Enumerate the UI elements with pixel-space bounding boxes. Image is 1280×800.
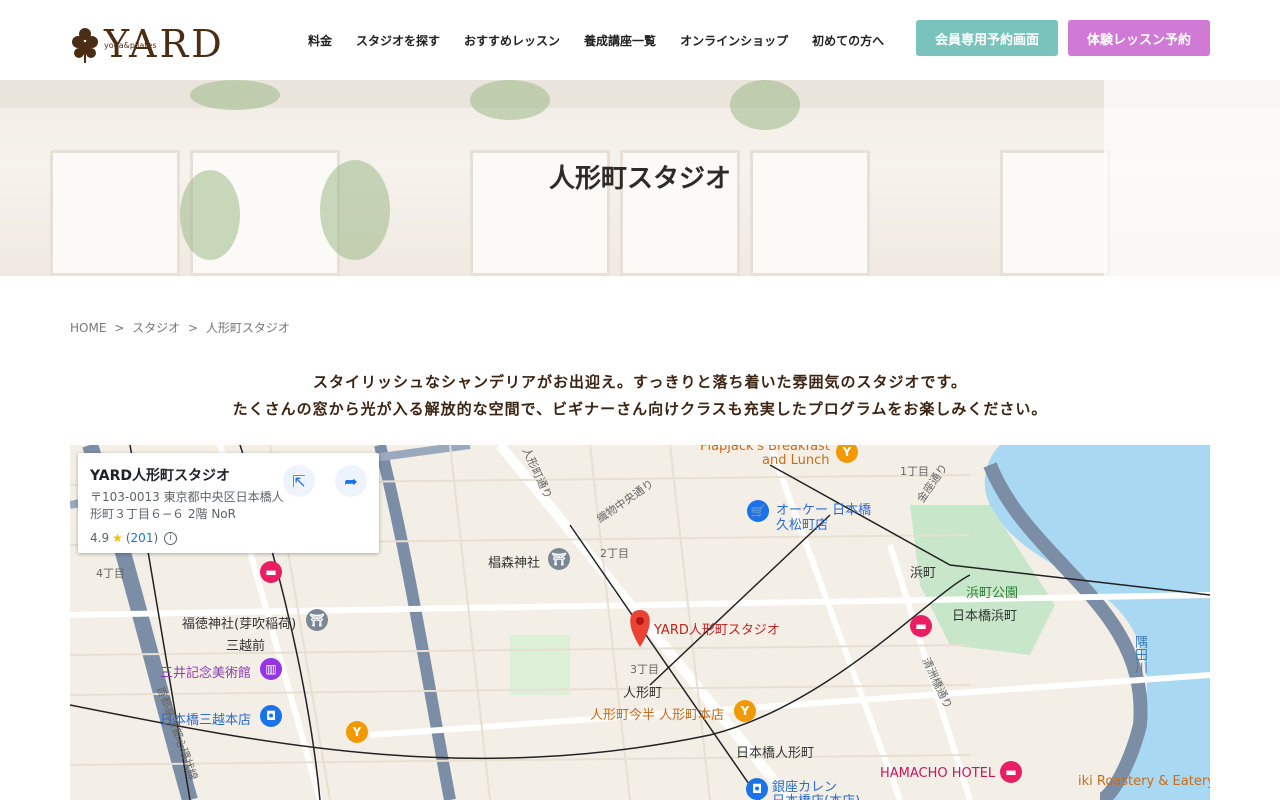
map-poi-label[interactable]: 椙森神社 (488, 552, 540, 571)
intro-line: たくさんの窓から光が入る解放的な空間で、ビギナーさん向けクラスも充実したプログラ… (232, 400, 1048, 418)
leaf-logo-icon (72, 28, 98, 63)
nav-find-studio[interactable]: スタジオを探す (356, 32, 440, 49)
breadcrumb-separator: > (187, 321, 199, 335)
map-poi-label[interactable]: HAMACHO HOTEL (880, 766, 995, 781)
map-poi-label[interactable]: and Lunch (762, 453, 829, 468)
google-map[interactable]: YARD人形町スタジオ 人形町 浜町 浜町公園 日本橋浜町 日本橋人形町 オーケ… (70, 445, 1210, 800)
map-station-label[interactable]: 浜町 (910, 562, 936, 581)
shopping-bag-icon[interactable]: ◘ (260, 705, 282, 727)
map-park-label[interactable]: 浜町公園 (966, 582, 1018, 601)
breadcrumb: HOME > スタジオ > 人形町スタジオ (70, 319, 294, 336)
map-block-label: 1丁目 (900, 465, 929, 478)
logo-subtitle: yoga&pilates (104, 41, 157, 50)
reviews-link[interactable]: 201 (131, 531, 154, 545)
hotel-icon[interactable]: ▬ (1000, 761, 1022, 783)
nav-training-courses[interactable]: 養成講座一覧 (584, 32, 656, 49)
hotel-icon[interactable]: ▬ (910, 615, 932, 637)
yard-logo[interactable]: YARD yoga&pilates (70, 18, 255, 64)
place-name[interactable]: YARD人形町スタジオ (90, 465, 367, 485)
map-block-label: 4丁目 (96, 567, 125, 580)
star-icon: ★ (112, 531, 123, 545)
map-area-label: 日本橋人形町 (736, 746, 815, 761)
breadcrumb-home[interactable]: HOME (70, 321, 106, 335)
nav-recommended-lessons[interactable]: おすすめレッスン (464, 32, 560, 49)
hero-plant (470, 80, 550, 120)
map-block-label: 3丁目 (630, 663, 659, 676)
place-info-card: YARD人形町スタジオ 〒103-0013 東京都中央区日本橋人形町３丁目６−６… (78, 453, 379, 553)
nav-pricing[interactable]: 料金 (308, 32, 332, 49)
map-poi-label[interactable]: 福徳神社(芽吹稲荷) (182, 613, 296, 632)
member-booking-button[interactable]: 会員専用予約画面 (916, 20, 1058, 56)
intro-line: スタイリッシュなシャンデリアがお出迎え。すっきりと落ち着いた雰囲気のスタジオです… (313, 373, 967, 391)
reviews-paren: ) (153, 531, 159, 545)
place-address: 〒103-0013 東京都中央区日本橋人形町３丁目６−６ 2階 NoR (90, 490, 284, 521)
page-title: 人形町スタジオ (548, 164, 731, 194)
shopping-bag-icon[interactable]: ◘ (746, 778, 768, 800)
nav-first-time[interactable]: 初めての方へ (812, 32, 884, 49)
map-poi-label[interactable]: 久松町店 (776, 514, 828, 533)
map-poi-label[interactable]: iki Roastery & Eatery (1078, 774, 1210, 789)
shrine-icon[interactable]: ⛩ (548, 548, 570, 570)
map-poi-label[interactable]: 人形町今半 人形町本店 (590, 704, 724, 723)
place-rating: 4.9 ★ ( 201 ) i (90, 531, 367, 545)
map-area-label: 日本橋浜町 (952, 609, 1018, 624)
restaurant-icon[interactable]: Y (346, 721, 368, 743)
hero-plant (730, 80, 800, 130)
hero-plant (190, 80, 280, 110)
map-station-label[interactable]: 人形町 (623, 682, 662, 701)
breadcrumb-separator: > (114, 321, 125, 335)
shopping-cart-icon[interactable]: 🛒 (747, 500, 769, 522)
map-poi-label[interactable]: 三井記念美術館 (160, 662, 251, 681)
studio-intro: スタイリッシュなシャンデリアがお出迎え。すっきりと落ち着いた雰囲気のスタジオです… (0, 369, 1280, 423)
map-station-label[interactable]: 三越前 (226, 635, 265, 654)
site-header: YARD yoga&pilates 料金 スタジオを探す おすすめレッスン 養成… (0, 0, 1280, 80)
open-in-new-icon[interactable]: ⇱ (283, 465, 315, 497)
nav-online-shop[interactable]: オンラインショップ (680, 32, 788, 49)
shrine-icon[interactable]: ⛩ (306, 609, 328, 631)
map-river-label: 隅田川 (1132, 635, 1147, 674)
hero-banner: 人形町スタジオ (0, 80, 1280, 276)
hotel-icon[interactable]: ▬ (260, 561, 282, 583)
breadcrumb-studio[interactable]: スタジオ (132, 321, 180, 335)
rating-value: 4.9 (90, 531, 110, 545)
breadcrumb-current: 人形町スタジオ (205, 321, 290, 335)
logo-wordmark: YARD yoga&pilates (104, 22, 225, 66)
info-icon[interactable]: i (164, 531, 178, 545)
museum-icon[interactable]: ▥ (260, 658, 282, 680)
directions-icon[interactable]: ➦ (335, 465, 367, 497)
map-poi-label[interactable]: 日本橋店(本店) (772, 790, 860, 800)
restaurant-icon[interactable]: Y (734, 700, 756, 722)
main-nav: 料金 スタジオを探す おすすめレッスン 養成講座一覧 オンラインショップ 初めて… (296, 0, 896, 80)
trial-lesson-button[interactable]: 体験レッスン予約 (1068, 20, 1210, 56)
map-block-label: 2丁目 (600, 547, 629, 560)
map-marker-label[interactable]: YARD人形町スタジオ (654, 619, 780, 638)
